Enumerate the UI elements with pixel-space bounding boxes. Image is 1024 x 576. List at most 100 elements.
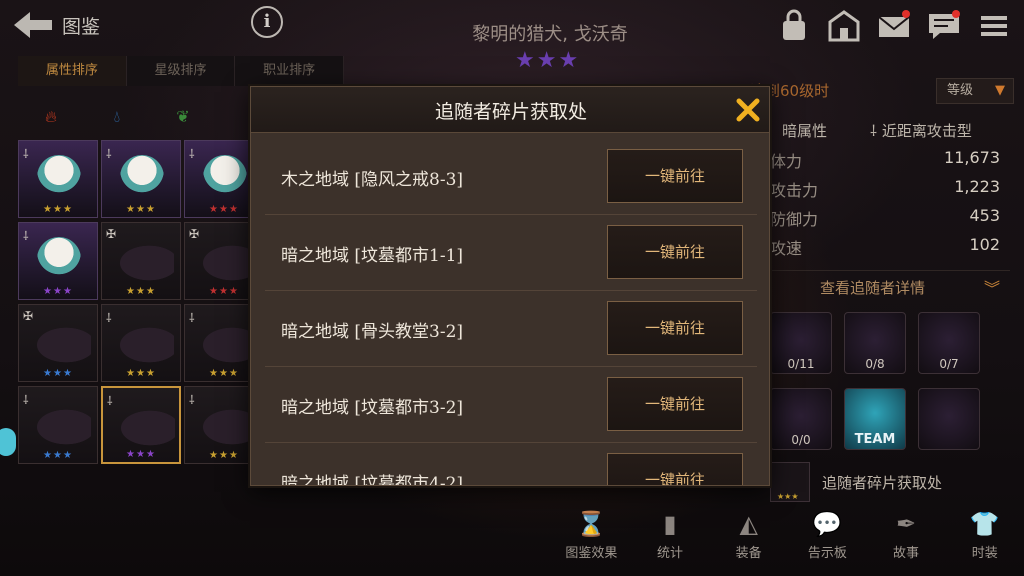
stat-row: 防御力 453 (770, 206, 1000, 235)
info-icon: i (263, 11, 271, 32)
fire-element-icon[interactable]: 🔥︎ (18, 102, 84, 132)
fragment-thumbnail: ★★★ (770, 462, 810, 502)
shop-button[interactable] (776, 8, 812, 44)
stats-table: 体力 11,673 攻击力 1,223 防御力 453 攻速 102 (770, 148, 1000, 264)
chevron-down-icon: ▼ (995, 83, 1005, 98)
tab-attribute-sort[interactable]: 属性排序 (18, 56, 127, 86)
equipment-icon: ◭ (739, 510, 758, 538)
list-item: 暗之地域 [坟墓都市1-1] 一键前往 (265, 215, 757, 291)
notice-board-icon: 💬 (812, 510, 843, 538)
nav-label: 故事 (893, 546, 920, 561)
class-icon: ⸸ (106, 311, 112, 325)
skill-count: 0/7 (939, 357, 959, 371)
guild-button[interactable] (826, 8, 862, 44)
follower-card[interactable]: ⸸ ★★★ (101, 140, 181, 218)
back-button[interactable] (10, 8, 56, 42)
stat-value: 453 (969, 206, 1000, 225)
follower-portrait (112, 241, 174, 285)
stage-label: 暗之地域 [坟墓都市3-2] (281, 398, 464, 418)
team-label: TEAM (854, 432, 896, 447)
top-icon-bar (776, 8, 1012, 44)
follower-portrait (195, 323, 257, 367)
tab-star-sort[interactable]: 星级排序 (127, 56, 236, 86)
list-item: 暗之地域 [骨头教堂3-2] 一键前往 (265, 291, 757, 367)
nav-costume[interactable]: 👕 时装 (945, 508, 1024, 572)
stats-icon: ▮ (663, 510, 677, 538)
class-icon: ⸸ (106, 147, 112, 161)
nav-codex-effect[interactable]: ⌛ 图鉴效果 (552, 508, 631, 572)
modal-title: 追随者碎片获取处 (434, 101, 587, 123)
side-drawer-handle[interactable] (0, 428, 16, 456)
view-details-button[interactable]: 查看追随者详情 ︾ (770, 270, 1010, 300)
menu-button[interactable] (976, 8, 1012, 44)
team-skill-icon[interactable]: TEAM (844, 388, 906, 450)
double-chevron-down-icon: ︾ (983, 279, 1000, 298)
star-rating: ★★★ (43, 368, 73, 379)
go-now-button[interactable]: 一键前往 (607, 149, 743, 203)
stat-row: 攻击力 1,223 (770, 177, 1000, 206)
page-title: 图鉴 (62, 16, 101, 38)
go-now-button[interactable]: 一键前往 (607, 377, 743, 431)
star-rating: ★★★ (43, 204, 73, 215)
attack-type: ⸸ 近距离攻击型 (870, 120, 972, 141)
fragment-source-modal: 追随者碎片获取处 木之地域 [隐风之戒8-3] 一键前往 暗之地域 [坟墓都市1… (250, 86, 770, 486)
list-item: 暗之地域 [坟墓都市4-2] 一键前往 (265, 443, 757, 485)
stage-label: 暗之地域 [坟墓都市1-1] (281, 246, 464, 266)
class-icon: ⸸ (189, 311, 195, 325)
go-now-button[interactable]: 一键前往 (607, 301, 743, 355)
mail-button[interactable] (876, 8, 912, 44)
dagger-icon: ⸸ (870, 122, 882, 140)
bag-icon (783, 9, 805, 40)
wolf-skill-icon[interactable]: 0/8 (844, 312, 906, 374)
star-rating: ★★★ (126, 204, 156, 215)
follower-portrait (112, 323, 174, 367)
hamburger-menu-icon (981, 16, 1007, 36)
view-details-label: 查看追随者详情 (820, 279, 926, 297)
wind-element-icon[interactable]: ❦ (150, 102, 216, 132)
beast-skill-icon[interactable]: 0/0 (770, 388, 832, 450)
follower-card[interactable]: ⸸ ★★★ (101, 304, 181, 382)
follower-portrait (195, 241, 257, 285)
water-element-icon[interactable]: 💧︎ (84, 102, 150, 132)
nav-label: 装备 (735, 546, 762, 561)
follower-card[interactable]: ⸸ ★★★ (18, 386, 98, 464)
nav-story[interactable]: ✒ 故事 (867, 508, 946, 572)
nav-equipment[interactable]: ◭ 装备 (709, 508, 788, 572)
class-icon: ✠ (23, 309, 34, 323)
stage-label: 暗之地域 [坟墓都市4-2] (281, 474, 464, 485)
modal-header: 追随者碎片获取处 (251, 87, 769, 133)
star-rating: ★★★ (126, 368, 156, 379)
class-icon: ✠ (189, 227, 200, 241)
follower-portrait (37, 237, 81, 281)
nav-label: 时装 (971, 546, 998, 561)
level-sort-dropdown[interactable]: 等级 ▼ (936, 78, 1014, 104)
follower-card[interactable]: ✠ ★★★ (101, 222, 181, 300)
nav-stats[interactable]: ▮ 统计 (631, 508, 710, 572)
close-button[interactable] (735, 97, 761, 123)
follower-card[interactable]: ⸸ ★★★ (18, 140, 98, 218)
star-rating: ★★★ (126, 286, 156, 297)
class-icon: ⸸ (189, 393, 195, 407)
notification-dot (952, 10, 960, 18)
nav-label: 统计 (657, 546, 684, 561)
follower-card[interactable]: ✠ ★★★ (18, 304, 98, 382)
go-now-button[interactable]: 一键前往 (607, 453, 743, 485)
skill-count: 0/11 (787, 357, 815, 371)
follower-card[interactable]: ⸸ ★★★ (101, 386, 181, 464)
fragment-source-link[interactable]: ★★★ 追随者碎片获取处 (770, 462, 1020, 502)
stat-label: 体力 (770, 152, 803, 171)
tab-class-sort[interactable]: 职业排序 (235, 56, 345, 86)
go-now-button[interactable]: 一键前往 (607, 225, 743, 279)
follower-card[interactable]: ⸸ ★★★ (18, 222, 98, 300)
stat-label: 防御力 (770, 210, 819, 229)
fang-skill-icon[interactable]: 0/11 (770, 312, 832, 374)
chat-button[interactable] (926, 8, 962, 44)
star-rating: ★★★ (43, 286, 73, 297)
nav-notice-board[interactable]: 💬 告示板 (788, 508, 867, 572)
list-item: 木之地域 [隐风之戒8-3] 一键前往 (265, 139, 757, 215)
class-icon: ⸸ (189, 147, 195, 161)
info-button[interactable]: i (251, 6, 283, 38)
rune-skill-icon[interactable]: 0/7 (918, 312, 980, 374)
stage-label: 木之地域 [隐风之戒8-3] (281, 170, 464, 190)
character-stars: ★★★ (515, 48, 581, 73)
